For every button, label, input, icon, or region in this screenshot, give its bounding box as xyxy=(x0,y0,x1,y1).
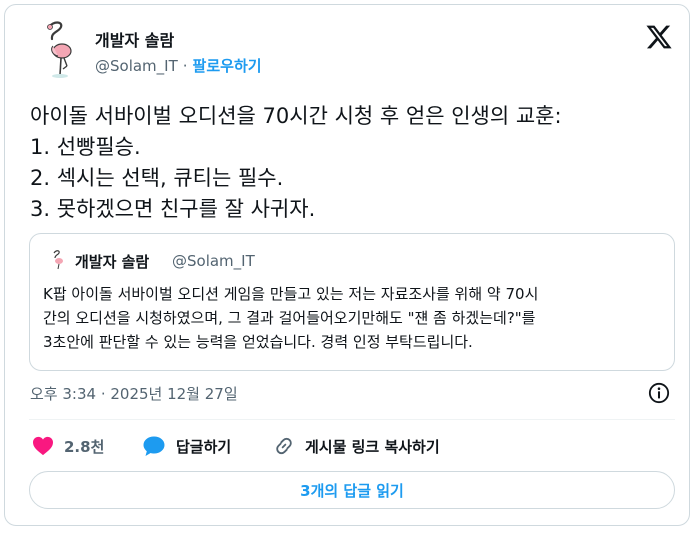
read-replies-button[interactable]: 3개의 답글 읽기 xyxy=(29,471,675,509)
timestamp[interactable]: 오후 3:34 · 2025년 12월 27일 xyxy=(30,383,238,404)
follow-button[interactable]: 팔로우하기 xyxy=(193,55,262,76)
reply-button[interactable]: 답글하기 xyxy=(142,433,231,459)
quoted-author-handle: @Solam_IT xyxy=(172,252,255,270)
tweet-line: 3. 못하겠으면 친구를 잘 사귀자. xyxy=(30,197,316,221)
quoted-line: K팝 아이돌 서바이벌 오디션 게임을 만들고 있는 저는 자료조사를 위해 약… xyxy=(43,285,539,303)
divider xyxy=(29,419,675,420)
quoted-author-avatar xyxy=(53,250,63,270)
like-button[interactable]: 2.8천 xyxy=(32,433,104,459)
link-icon xyxy=(276,437,292,455)
reply-label: 답글하기 xyxy=(176,437,232,456)
separator-dot: · xyxy=(182,56,188,75)
quoted-line: 간의 오디션을 시청하였으며, 그 결과 걸어들어오기만해도 "쟨 좀 하겠는데… xyxy=(43,309,536,327)
author-handle-row: @Solam_IT · 팔로우하기 xyxy=(95,55,262,76)
tweet-line: 1. 선빵필승. xyxy=(30,135,141,159)
tweet-text: 아이돌 서바이벌 오디션을 70시간 시청 후 얻은 인생의 교훈: 1. 선빵… xyxy=(30,101,680,225)
quoted-text: K팝 아이돌 서바이벌 오디션 게임을 만들고 있는 저는 자료조사를 위해 약… xyxy=(43,282,671,354)
quoted-author-name: 개발자 솔람 xyxy=(75,253,150,271)
speech-bubble-icon xyxy=(143,436,165,456)
copy-link-label: 게시물 링크 복사하기 xyxy=(305,437,440,456)
copy-link-button[interactable]: 게시물 링크 복사하기 xyxy=(273,433,440,459)
quoted-line: 3초안에 판단할 수 있는 능력을 얻었습니다. 경력 인정 부탁드립니다. xyxy=(43,333,473,351)
tweet-line: 2. 섹시는 선택, 큐티는 필수. xyxy=(30,166,284,190)
tweet-line: 아이돌 서바이벌 오디션을 70시간 시청 후 얻은 인생의 교훈: xyxy=(30,104,562,128)
author-handle[interactable]: @Solam_IT xyxy=(95,57,178,75)
quoted-tweet[interactable]: 개발자 솔람 @Solam_IT K팝 아이돌 서바이벌 오디션 게임을 만들고… xyxy=(29,233,675,371)
author-name[interactable]: 개발자 솔람 xyxy=(95,27,174,51)
like-count: 2.8천 xyxy=(64,437,105,456)
info-icon[interactable] xyxy=(648,382,670,404)
x-logo-icon[interactable] xyxy=(645,23,673,51)
heart-icon xyxy=(33,436,53,456)
author-avatar[interactable] xyxy=(41,19,81,81)
tweet-card: 개발자 솔람 @Solam_IT · 팔로우하기 아이돌 서바이벌 오디션을 7… xyxy=(4,4,690,526)
